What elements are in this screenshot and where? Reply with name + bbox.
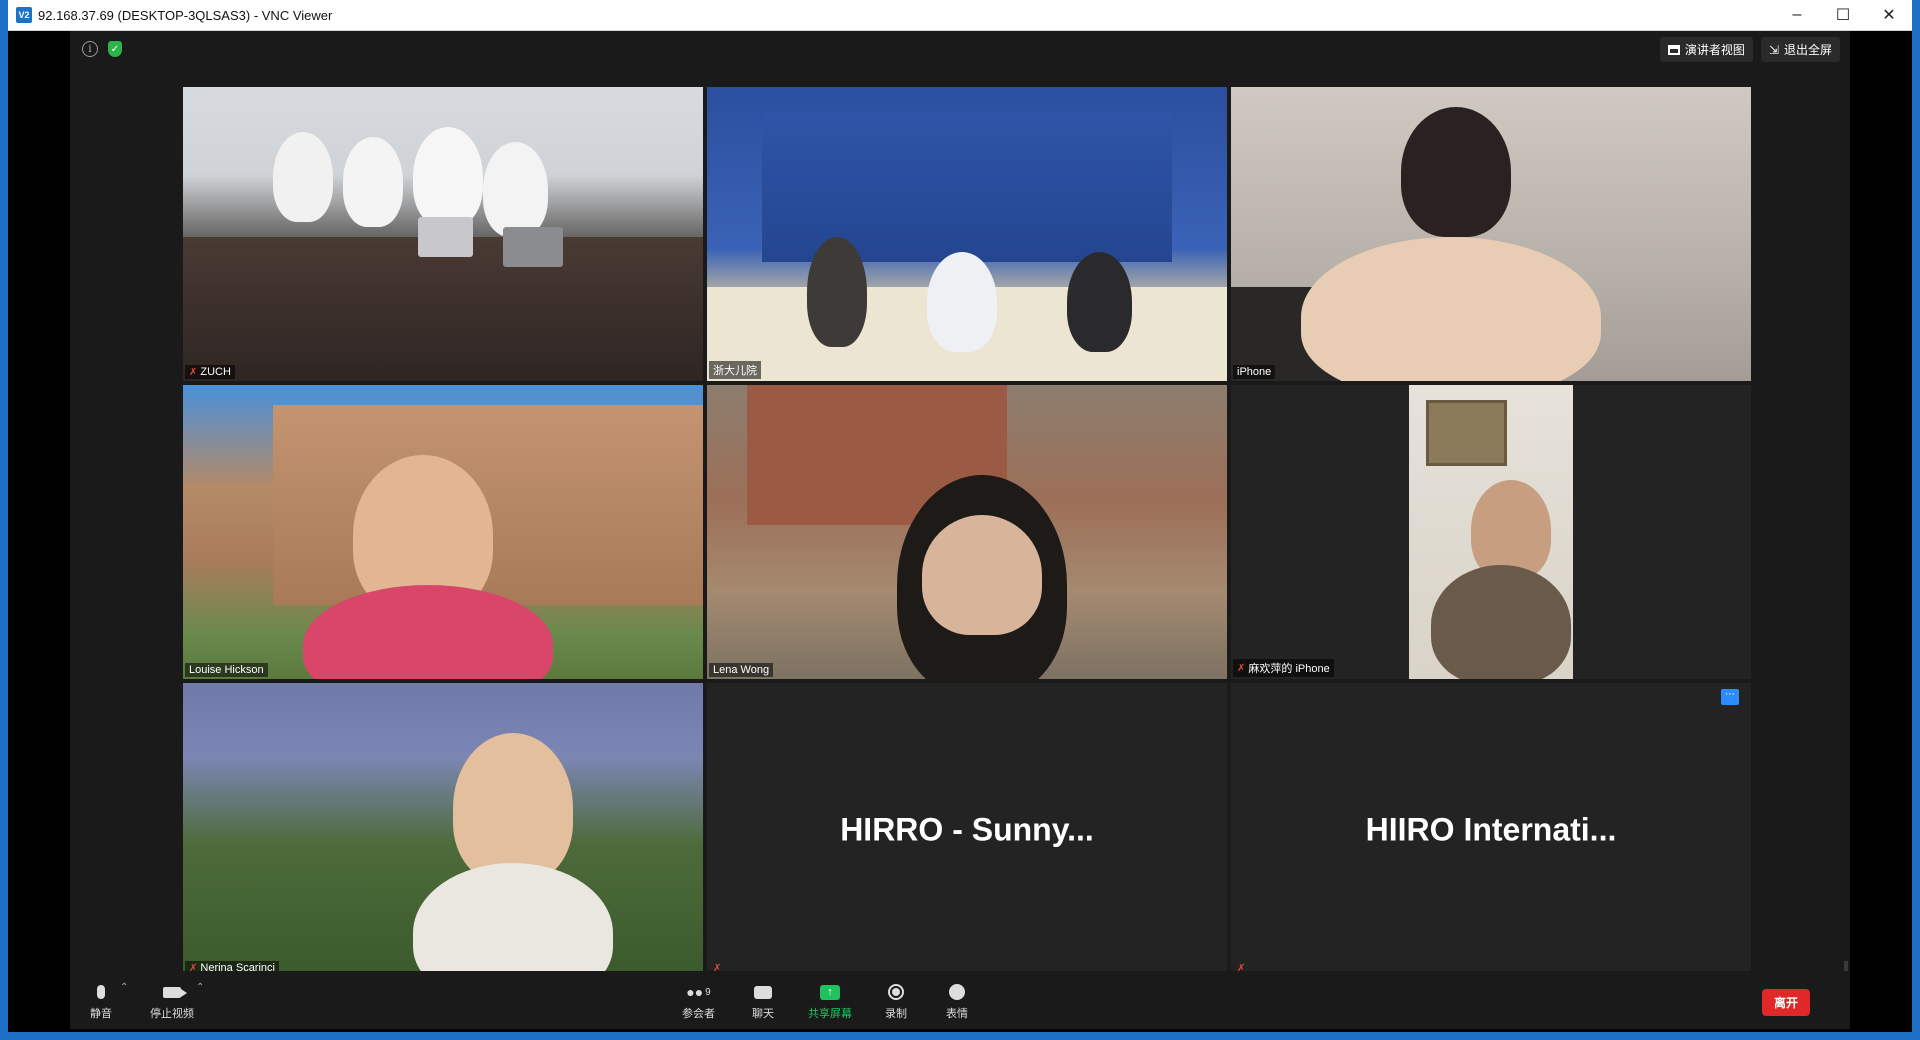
close-button[interactable]: ✕ (1866, 0, 1912, 30)
speaker-view-label: 演讲者视图 (1684, 43, 1745, 57)
video-tile-hospital[interactable]: 浙大儿院 (707, 87, 1227, 381)
reactions-label: 表情 (946, 1008, 968, 1020)
audio-options-caret-icon[interactable]: ⌃ (120, 982, 128, 993)
meeting-status: i ✓ (82, 41, 122, 57)
vnc-window: V2 92.168.37.69 (DESKTOP-3QLSAS3) - VNC … (8, 0, 1912, 1032)
reactions-button[interactable]: 表情 (946, 982, 968, 1021)
stop-video-button[interactable]: 停止视频 (150, 982, 194, 1021)
video-tile-louise-hickson[interactable]: Louise Hickson (183, 385, 703, 679)
participant-name: Louise Hickson (189, 664, 264, 676)
participants-count: 9 (705, 986, 711, 998)
chat-label: 聊天 (752, 1008, 774, 1020)
participant-label: iPhone (1233, 365, 1276, 379)
microphone-icon (97, 985, 105, 999)
window-title: 92.168.37.69 (DESKTOP-3QLSAS3) - VNC Vie… (38, 7, 333, 23)
participant-name: Lena Wong (713, 664, 770, 676)
stop-video-label: 停止视频 (150, 1008, 194, 1020)
conference-room-video (183, 87, 703, 381)
video-tile-phone-participant[interactable]: ✗ 麻欢萍的 iPhone (1231, 385, 1751, 679)
view-controls: 演讲者视图 ⇲ 退出全屏 (1659, 37, 1840, 62)
participant-label: Louise Hickson (185, 663, 268, 677)
title-bar: V2 92.168.37.69 (DESKTOP-3QLSAS3) - VNC … (8, 0, 1912, 31)
participant-display-name: HIRRO - Sunny... (840, 811, 1094, 848)
zoom-meeting-area: i ✓ 演讲者视图 ⇲ 退出全屏 ✗ ZUCH 浙大儿院 iPhone Loui… (70, 31, 1850, 1029)
iphone-video (1231, 87, 1751, 381)
more-options-button[interactable]: ⋯ (1721, 689, 1739, 705)
leave-meeting-button[interactable]: 离开 (1761, 989, 1810, 1016)
muted-mic-icon: ✗ (1237, 662, 1246, 674)
video-tile-hiiro-international[interactable]: ⋯ HIIRO Internati... ✗ (1231, 683, 1751, 977)
shield-icon[interactable]: ✓ (108, 41, 122, 57)
participant-label: ✗ 麻欢萍的 iPhone (1233, 659, 1334, 677)
maximize-button[interactable]: ☐ (1820, 0, 1866, 30)
chat-button[interactable]: 聊天 (752, 982, 774, 1021)
mute-button[interactable]: 静音 (90, 982, 112, 1021)
record-label: 录制 (885, 1008, 907, 1020)
record-icon (888, 984, 904, 1000)
exit-fullscreen-label: 退出全屏 (1783, 43, 1832, 57)
info-icon[interactable]: i (82, 41, 98, 57)
participant-name: ZUCH (200, 366, 231, 378)
participants-icon: ●● (686, 984, 704, 1000)
participant-name: 浙大儿院 (713, 365, 757, 377)
participants-label: 参会者 (682, 1008, 715, 1020)
louise-hickson-video (183, 385, 703, 679)
video-tile-iphone[interactable]: iPhone (1231, 87, 1751, 381)
vnc-app-icon: V2 (16, 7, 32, 23)
share-screen-button[interactable]: ↑ 共享屏幕 (808, 982, 852, 1021)
window-controls: – ☐ ✕ (1774, 0, 1912, 30)
exit-fullscreen-icon: ⇲ (1768, 42, 1779, 57)
exit-fullscreen-button[interactable]: ⇲ 退出全屏 (1760, 37, 1840, 62)
share-screen-icon: ↑ (820, 984, 840, 1000)
participant-label: 浙大儿院 (709, 361, 761, 379)
participant-display-name: HIIRO Internati... (1365, 811, 1617, 848)
camera-icon (163, 986, 187, 998)
muted-mic-icon: ✗ (189, 366, 198, 378)
video-tile-nerina-scarinci[interactable]: ✗ Nerina Scarinci (183, 683, 703, 977)
mute-label: 静音 (90, 1008, 112, 1020)
meeting-toolbar: 静音 ⌃ 停止视频 ⌃ ●● 9 参会者 聊天 ↑ 共享屏幕 录制 表情 离开 (70, 971, 1850, 1029)
share-screen-label: 共享屏幕 (808, 1008, 852, 1020)
participants-button[interactable]: ●● 9 参会者 (682, 982, 715, 1021)
video-tile-hirro-sunny[interactable]: HIRRO - Sunny... ✗ (707, 683, 1227, 977)
lena-wong-video (707, 385, 1227, 679)
hospital-center-video (707, 87, 1227, 381)
speaker-view-button[interactable]: 演讲者视图 (1659, 37, 1753, 62)
reactions-icon (949, 984, 965, 1000)
nerina-scarinci-video (183, 683, 703, 977)
participant-name: 麻欢萍的 iPhone (1248, 663, 1330, 675)
record-button[interactable]: 录制 (885, 982, 907, 1021)
chat-icon (754, 985, 772, 999)
phone-participant-video (1231, 385, 1751, 679)
video-tile-lena-wong[interactable]: Lena Wong (707, 385, 1227, 679)
video-grid: ✗ ZUCH 浙大儿院 iPhone Louise Hickson Lena W… (183, 87, 1751, 977)
minimize-button[interactable]: – (1774, 0, 1820, 30)
participant-name: iPhone (1237, 366, 1272, 378)
video-options-caret-icon[interactable]: ⌃ (196, 982, 204, 993)
speaker-view-icon (1667, 44, 1680, 55)
participant-label: Lena Wong (709, 663, 774, 677)
participant-label: ✗ ZUCH (185, 365, 235, 379)
video-tile-zuch[interactable]: ✗ ZUCH (183, 87, 703, 381)
